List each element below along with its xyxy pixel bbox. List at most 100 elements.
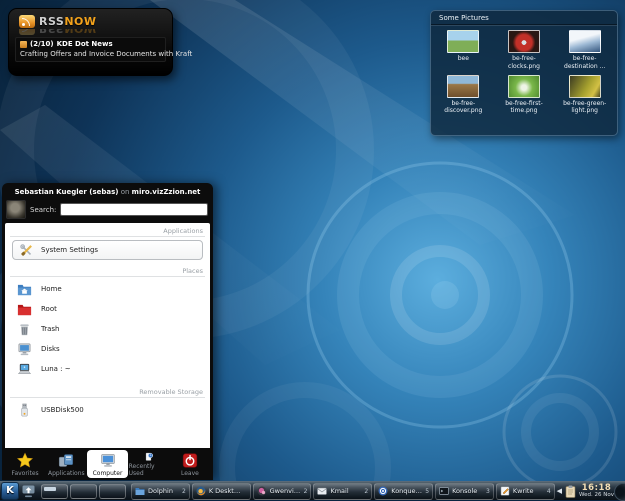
device-notifier-icon[interactable] bbox=[21, 484, 36, 499]
folderview-grid: bee be-free-clocks.png be-free-destinati… bbox=[431, 25, 617, 115]
klipper-icon[interactable] bbox=[565, 485, 576, 498]
disks-icon bbox=[17, 342, 32, 357]
tray-expander-icon[interactable]: ◀ bbox=[557, 488, 562, 495]
pager-desktop-1[interactable] bbox=[41, 484, 68, 499]
kickoff-menu: Sebastian Kuegler (sebas) on miro.vizZzi… bbox=[2, 183, 213, 480]
task-dolphin[interactable]: Dolphin 2 bbox=[131, 483, 190, 500]
rss-feed-icon-reflection bbox=[19, 29, 35, 36]
dolphin-folder-icon bbox=[135, 486, 145, 496]
task-desktop-number: 2 bbox=[304, 488, 308, 495]
picture-item[interactable]: be-free-green-light.png bbox=[554, 75, 615, 116]
user-avatar bbox=[6, 200, 26, 219]
laptop-icon bbox=[17, 362, 32, 377]
task-konsole[interactable]: Konsole 3 bbox=[435, 483, 494, 500]
search-input[interactable] bbox=[60, 203, 208, 216]
clock-time: 16:18 bbox=[579, 484, 614, 493]
section-header-removable-storage: Removable Storage bbox=[10, 388, 205, 398]
kmenu-button[interactable]: K bbox=[1, 482, 19, 500]
kickoff-tabs: Favorites Applications Computer bbox=[2, 448, 213, 480]
red-folder-icon bbox=[17, 302, 32, 317]
picture-label: be-free-clocks.png bbox=[498, 55, 550, 71]
clock-date: Wed. 26 Nov bbox=[579, 493, 614, 499]
rss-feed-icon bbox=[19, 15, 35, 28]
rssnow-logo-reflection: RSSNOW bbox=[9, 29, 172, 36]
picture-item[interactable]: be-free-first-time.png bbox=[494, 75, 555, 116]
system-settings-label: System Settings bbox=[41, 246, 98, 254]
pager-desktop-3[interactable] bbox=[99, 484, 126, 499]
rss-news-item[interactable]: (2/10) KDE Dot News Crafting Offers and … bbox=[15, 37, 166, 62]
task-desktop-number: 3 bbox=[486, 488, 490, 495]
computer-icon bbox=[99, 452, 117, 469]
task-manager: Dolphin 2 K Desktop Env... Gwenview 2 bbox=[131, 483, 555, 500]
pager-desktop-2[interactable] bbox=[70, 484, 97, 499]
pager-window bbox=[44, 487, 56, 491]
kickoff-user-title: Sebastian Kuegler (sebas) on miro.vizZzi… bbox=[2, 183, 213, 196]
place-item-root[interactable]: Root bbox=[10, 299, 205, 319]
folderview-title: Some Pictures bbox=[431, 11, 617, 25]
konqueror-icon bbox=[378, 486, 388, 496]
desktop-pager[interactable] bbox=[41, 484, 126, 499]
rss-feed-name: KDE Dot News bbox=[57, 40, 113, 48]
taskbar-panel: K Dolphin 2 K Desktop Env... bbox=[0, 481, 625, 500]
task-desktop-number: 2 bbox=[182, 488, 186, 495]
place-item-home[interactable]: Home bbox=[10, 279, 205, 299]
digital-clock[interactable]: 16:18 Wed. 26 Nov bbox=[579, 484, 614, 499]
rss-item-icon bbox=[20, 41, 27, 48]
picture-label: be-free-discover.png bbox=[437, 100, 489, 116]
home-folder-icon bbox=[17, 282, 32, 297]
rssnow-logo: RSSNOW bbox=[9, 9, 172, 28]
picture-label: be-free-green-light.png bbox=[559, 100, 611, 116]
user-name: Sebastian Kuegler (sebas) bbox=[15, 188, 119, 196]
picture-thumbnail bbox=[447, 75, 479, 98]
tab-leave[interactable]: Leave bbox=[170, 450, 210, 478]
picture-thumbnail bbox=[569, 30, 601, 53]
rss-item-counter: (2/10) bbox=[30, 40, 54, 48]
tab-applications[interactable]: Applications bbox=[46, 450, 86, 478]
section-header-places: Places bbox=[10, 267, 205, 277]
now-logo-text: NOW bbox=[64, 15, 96, 28]
tab-computer[interactable]: Computer bbox=[87, 450, 127, 478]
applications-icon bbox=[57, 452, 75, 469]
task-kwrite[interactable]: Kwrite 4 bbox=[496, 483, 555, 500]
tab-recently-used[interactable]: Recently Used bbox=[129, 450, 169, 478]
menu-item-system-settings[interactable]: System Settings bbox=[12, 240, 203, 260]
task-desktop-number: 5 bbox=[425, 488, 429, 495]
picture-thumbnail bbox=[508, 30, 540, 53]
usb-drive-icon bbox=[17, 403, 32, 418]
panel-cashew[interactable] bbox=[614, 483, 625, 501]
picture-thumbnail bbox=[508, 75, 540, 98]
firefox-icon bbox=[196, 486, 206, 496]
task-desktop-number: 2 bbox=[364, 488, 368, 495]
picture-thumbnail bbox=[447, 30, 479, 53]
picture-label: be-free-first-time.png bbox=[498, 100, 550, 116]
picture-item[interactable]: be-free-clocks.png bbox=[494, 30, 555, 71]
place-item-disks[interactable]: Disks bbox=[10, 339, 205, 359]
kwrite-icon bbox=[500, 486, 510, 496]
recent-document-icon bbox=[140, 452, 158, 462]
search-label: Search: bbox=[30, 206, 56, 214]
picture-item[interactable]: bee bbox=[433, 30, 494, 71]
task-desktop-number: 4 bbox=[547, 488, 551, 495]
task-gwenview[interactable]: Gwenview 2 bbox=[253, 483, 312, 500]
picture-item[interactable]: be-free-discover.png bbox=[433, 75, 494, 116]
folderview-widget[interactable]: Some Pictures bee be-free-clocks.png be-… bbox=[430, 10, 618, 136]
task-kmail[interactable]: Kmail 2 bbox=[313, 483, 372, 500]
gwenview-icon bbox=[257, 486, 267, 496]
kmail-icon bbox=[317, 486, 327, 496]
place-item-trash[interactable]: Trash bbox=[10, 319, 205, 339]
rss-headline: Crafting Offers and Invoice Documents wi… bbox=[20, 50, 161, 58]
host-name: miro.vizZzion.net bbox=[132, 188, 201, 196]
system-settings-icon bbox=[19, 243, 34, 258]
picture-label: be-free-destination ... bbox=[559, 55, 611, 71]
place-item-usbdisk500[interactable]: USBDisk500 bbox=[10, 400, 205, 420]
tab-favorites[interactable]: Favorites bbox=[5, 450, 45, 478]
task-konqueror[interactable]: Konqueror 5 bbox=[374, 483, 433, 500]
place-item-luna[interactable]: Luna : ~ bbox=[10, 359, 205, 379]
konsole-icon bbox=[439, 486, 449, 496]
picture-item[interactable]: be-free-destination ... bbox=[554, 30, 615, 71]
trash-icon bbox=[17, 322, 32, 337]
task-k-desktop-env[interactable]: K Desktop Env... bbox=[192, 483, 251, 500]
rssnow-widget[interactable]: RSSNOW RSSNOW (2/10) KDE Dot News Crafti… bbox=[8, 8, 173, 76]
section-header-applications: Applications bbox=[10, 227, 205, 237]
picture-thumbnail bbox=[569, 75, 601, 98]
